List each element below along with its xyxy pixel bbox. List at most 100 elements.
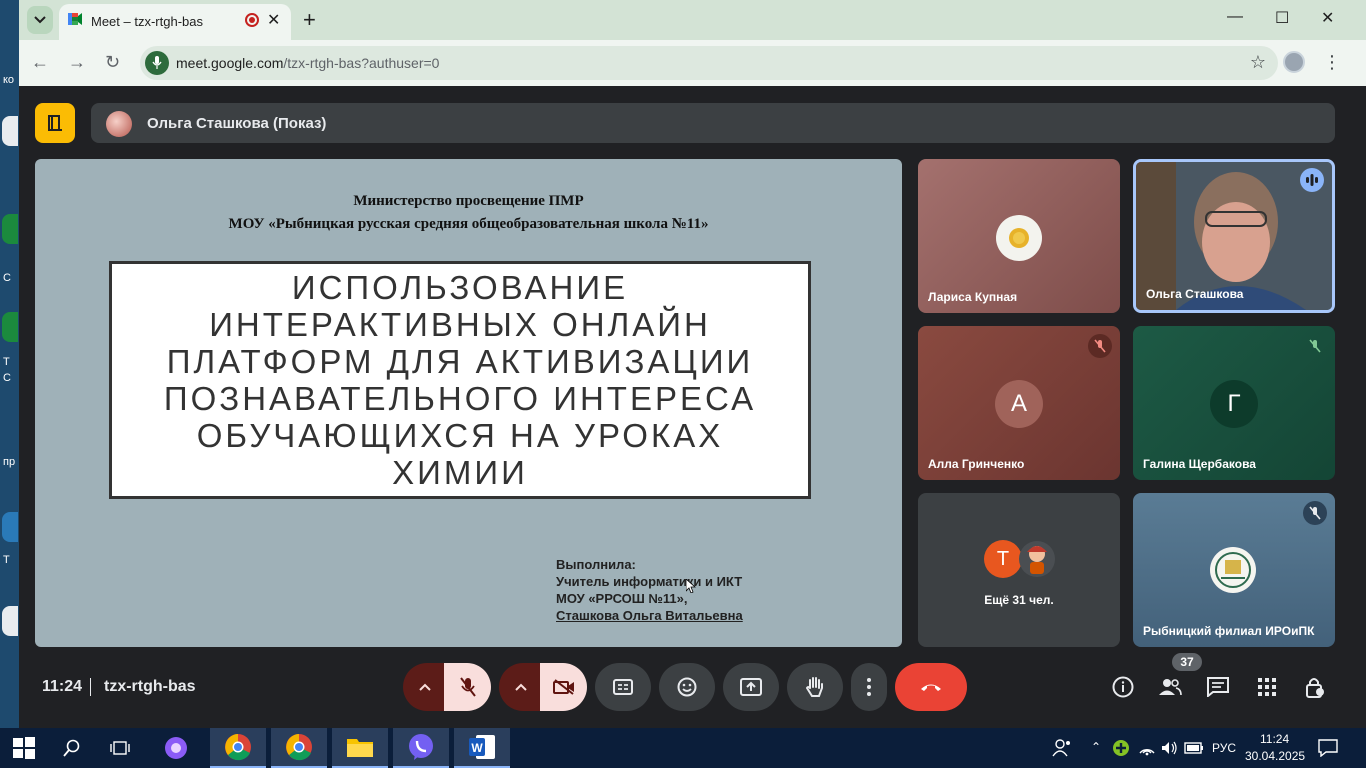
people-count-badge: 37 <box>1172 653 1202 671</box>
start-button[interactable] <box>0 728 48 768</box>
battery-icon[interactable] <box>1184 740 1204 756</box>
address-bar[interactable]: meet.google.com/tzx-rtgh-bas?authuser=0 … <box>140 46 1278 80</box>
new-tab-button[interactable]: + <box>303 7 316 33</box>
forward-button[interactable]: → <box>68 52 86 73</box>
camera-toggle-button[interactable] <box>540 663 587 711</box>
desktop-icon[interactable] <box>2 116 18 146</box>
recording-icon <box>245 13 259 27</box>
assistant-app[interactable] <box>148 728 204 768</box>
desktop-label: С <box>3 372 11 384</box>
tray-clock-time[interactable]: 11:24 <box>1260 732 1289 746</box>
close-tab-icon[interactable]: ✕ <box>267 10 280 30</box>
closed-captions-icon <box>613 679 633 695</box>
reload-button[interactable]: ↻ <box>105 52 120 73</box>
chevron-down-icon <box>34 16 46 24</box>
windows-taskbar: W ⌃ РУС 11:24 30.04.2025 <box>0 728 1366 768</box>
desktop-icon[interactable] <box>2 214 18 244</box>
more-vert-icon <box>867 678 871 696</box>
reactions-button[interactable] <box>659 663 715 711</box>
participant-tile[interactable]: Рыбницкий филиал ИРОиПК <box>1133 493 1335 647</box>
show-hidden-icons[interactable]: ⌃ <box>1091 740 1101 754</box>
emoji-icon <box>677 677 697 697</box>
leave-call-button[interactable] <box>895 663 967 711</box>
minimize-button[interactable]: — <box>1227 8 1243 26</box>
taskbar-chrome-2[interactable] <box>271 728 327 768</box>
bookmark-star-icon[interactable]: ☆ <box>1250 52 1266 73</box>
svg-text:W: W <box>471 741 483 755</box>
raise-hand-button[interactable] <box>787 663 843 711</box>
participant-tile[interactable]: А Алла Гринченко <box>918 326 1120 480</box>
chevron-up-icon <box>419 683 431 691</box>
browser-toolbar: ← → ↻ meet.google.com/tzx-rtgh-bas?authu… <box>19 40 1366 86</box>
meeting-details-button[interactable] <box>1111 675 1135 699</box>
task-view-button[interactable] <box>96 728 144 768</box>
viber-icon <box>409 734 433 760</box>
url-text: meet.google.com/tzx-rtgh-bas?authuser=0 <box>176 55 439 71</box>
desktop-label: пр <box>3 456 16 468</box>
slide-title: Использование интерактивных онлайн платф… <box>163 269 757 491</box>
present-screen-button[interactable] <box>723 663 779 711</box>
host-controls-button[interactable] <box>1303 675 1327 699</box>
tab-meet[interactable]: Meet – tzx-rtgh-bas ✕ <box>59 4 291 40</box>
taskbar-viber[interactable] <box>393 728 449 768</box>
chat-icon <box>1207 677 1229 697</box>
participant-name: Рыбницкий филиал ИРОиПК <box>1143 624 1315 638</box>
captions-button[interactable] <box>595 663 651 711</box>
desktop-icon[interactable] <box>2 512 18 542</box>
video-options-button[interactable] <box>499 663 543 711</box>
people-button[interactable] <box>1158 675 1182 699</box>
google-meet-icon <box>68 13 82 25</box>
daisy-avatar-icon <box>996 215 1042 261</box>
taskbar-chrome-1[interactable] <box>210 728 266 768</box>
participant-tile[interactable]: Г Галина Щербакова <box>1133 326 1335 480</box>
slide-title-box: Использование интерактивных онлайн платф… <box>109 261 811 499</box>
mouse-cursor-icon <box>686 579 696 593</box>
search-button[interactable] <box>48 728 96 768</box>
desktop-label: Т <box>3 554 10 566</box>
participant-tile-active-speaker[interactable]: Ольга Сташкова <box>1133 159 1335 313</box>
chrome-icon <box>286 734 312 761</box>
participant-name: Галина Щербакова <box>1143 457 1256 471</box>
door-icon <box>48 115 62 131</box>
profile-avatar[interactable] <box>1283 51 1305 73</box>
more-participants-label: Ещё 31 чел. <box>984 593 1054 607</box>
volume-icon[interactable] <box>1160 739 1178 757</box>
credit-name: Сташкова Ольга Витальевна <box>556 608 743 623</box>
word-icon: W <box>469 735 495 759</box>
divider <box>90 678 91 696</box>
audio-options-button[interactable] <box>403 663 447 711</box>
folder-icon <box>347 739 373 757</box>
slide-org-line2: МОУ «Рыбницкая русская средняя общеобраз… <box>228 216 709 232</box>
desktop-label: ко <box>3 74 15 86</box>
tab-strip: Meet – tzx-rtgh-bas ✕ + — ☐ ✕ <box>19 0 1366 40</box>
more-participants-tile[interactable]: Т Ещё 31 чел. <box>918 493 1120 647</box>
chevron-up-icon <box>515 683 527 691</box>
back-button[interactable]: ← <box>31 52 49 73</box>
participant-tile[interactable]: Лариса Купная <box>918 159 1120 313</box>
desktop-icon[interactable] <box>2 606 18 636</box>
maximize-button[interactable]: ☐ <box>1275 8 1289 28</box>
speaking-indicator-icon <box>1300 168 1324 192</box>
browser-menu-icon[interactable]: ⋮ <box>1323 52 1341 73</box>
wifi-icon[interactable] <box>1138 739 1156 757</box>
url-host: meet.google.com <box>176 55 284 71</box>
kaspersky-tray-icon[interactable] <box>1112 739 1130 757</box>
microphone-in-use-icon[interactable] <box>145 51 169 75</box>
companion-mode-button[interactable] <box>35 103 75 143</box>
activities-button[interactable] <box>1255 675 1279 699</box>
tray-clock-date[interactable]: 30.04.2025 <box>1245 749 1305 763</box>
chat-button[interactable] <box>1206 675 1230 699</box>
apps-grid-icon <box>1258 678 1276 696</box>
more-options-button[interactable] <box>851 663 887 711</box>
taskbar-file-explorer[interactable] <box>332 728 388 768</box>
close-window-button[interactable]: ✕ <box>1321 8 1334 28</box>
input-language[interactable]: РУС <box>1212 741 1236 755</box>
cartoon-avatar-icon <box>1019 541 1055 577</box>
microphone-toggle-button[interactable] <box>444 663 491 711</box>
taskbar-word[interactable]: W <box>454 728 510 768</box>
notifications-icon[interactable] <box>1318 739 1338 757</box>
tab-search-button[interactable] <box>27 6 53 34</box>
people-tray-icon[interactable] <box>1052 738 1072 758</box>
desktop-label: С <box>3 272 11 284</box>
desktop-icon[interactable] <box>2 312 18 342</box>
